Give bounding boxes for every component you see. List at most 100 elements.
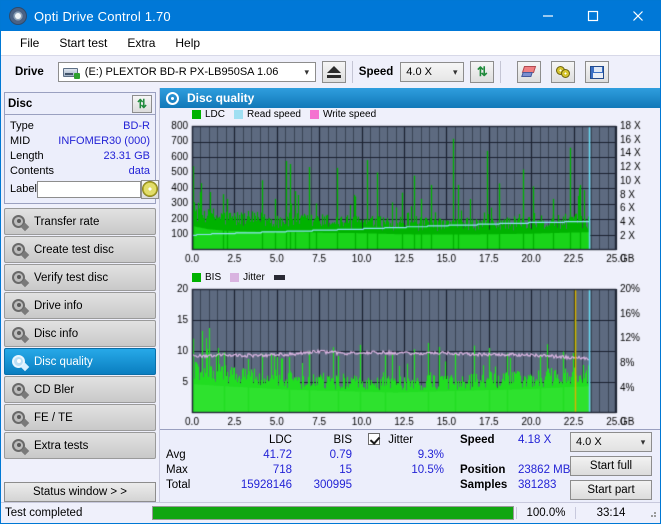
legend-label-read-speed: Read speed (247, 108, 301, 120)
chevron-down-icon: ▾ (640, 436, 646, 447)
sidebar-item-label: Verify test disc (34, 271, 109, 284)
progress-bar (152, 506, 514, 520)
sidebar-item-disc-info[interactable]: Disc info (4, 320, 156, 347)
floppy-save-icon (590, 65, 605, 79)
start-full-button[interactable]: Start full (570, 456, 652, 476)
disc-row-length: Length 23.31 GB (10, 148, 150, 163)
legend-swatch-ldc (192, 109, 201, 119)
legend-label-jitter: Jitter (243, 271, 265, 283)
test-speed-value: 4.0 X (576, 436, 602, 448)
sidebar-item-label: Extra tests (34, 439, 89, 452)
sidebar-item-label: Drive info (34, 299, 83, 312)
stats-total-ldc: 15928146 (240, 479, 292, 491)
drive-select-value: (E:) PLEXTOR BD-R PX-LB950SA 1.06 (84, 66, 279, 78)
disc-label-key: Label (10, 183, 37, 195)
stats-samples-value: 381283 (518, 479, 557, 491)
panel-header: Disc quality (160, 88, 660, 108)
two-discs-icon (555, 65, 571, 79)
stats-max-ldc: 718 (272, 464, 292, 476)
sidebar-item-verify-test-disc[interactable]: Verify test disc (4, 264, 156, 291)
disc-label-button[interactable] (140, 179, 159, 199)
stats-position-value: 23862 MB (518, 464, 571, 476)
disc-test-icon (12, 354, 30, 371)
stats-header-bis: BIS (333, 434, 352, 446)
refresh-icon: ⇅ (476, 64, 488, 79)
speed-select[interactable]: 4.0 X ▾ (400, 62, 465, 82)
bis-chart-legend: BIS Jitter (160, 271, 660, 283)
status-window-button[interactable]: Status window > > (4, 482, 156, 502)
status-bar: Test completed 100.0% 33:14 (1, 502, 660, 523)
disc-row-value: INFOMER30 (000) (58, 134, 150, 147)
stats-speed-label: Speed (460, 434, 495, 446)
sidebar-item-label: Create test disc (34, 243, 114, 256)
disc-test-icon (12, 298, 30, 315)
legend-label-ldc: LDC (205, 108, 226, 120)
window-title: Opti Drive Control 1.70 (34, 8, 171, 24)
right-panel: Disc quality LDC Read speed Write speed … (159, 88, 660, 506)
stats-row-label-max: Max (166, 464, 188, 476)
bis-jitter-chart[interactable] (160, 283, 660, 431)
progress-fill (153, 507, 513, 519)
test-speed-select[interactable]: 4.0 X ▾ (570, 432, 652, 452)
eject-button[interactable] (321, 61, 346, 83)
erase-button[interactable] (517, 61, 542, 83)
disc-row-key: Contents (10, 164, 55, 177)
copy-disc-button[interactable] (551, 61, 576, 83)
stats-speed-value: 4.18 X (518, 434, 552, 446)
status-text: Test completed (5, 507, 83, 519)
menu-file[interactable]: File (10, 33, 49, 53)
disc-box-header: Disc ⇅ (5, 93, 155, 115)
sidebar-item-drive-info[interactable]: Drive info (4, 292, 156, 319)
sidebar-item-transfer-rate[interactable]: Transfer rate (4, 208, 156, 235)
sidebar-item-label: Disc quality (34, 355, 93, 368)
resize-grip-icon[interactable] (646, 507, 658, 519)
disc-row-key: Type (10, 119, 34, 132)
sidebar-item-fe-te[interactable]: FE / TE (4, 404, 156, 431)
sidebar-item-create-test-disc[interactable]: Create test disc (4, 236, 156, 263)
eraser-icon (520, 66, 537, 78)
refresh-icon: ⇅ (136, 96, 148, 111)
disc-label-input[interactable] (36, 180, 141, 198)
menu-help[interactable]: Help (165, 33, 210, 53)
ldc-chart[interactable] (160, 120, 660, 268)
refresh-button[interactable]: ⇅ (470, 61, 495, 83)
disc-test-icon (12, 326, 30, 343)
disc-row-contents: Contents data (10, 163, 150, 178)
drive-icon (62, 65, 80, 79)
legend-swatch-write-speed (309, 109, 319, 119)
window-controls (525, 1, 660, 31)
stats-max-jitter: 10.5% (411, 464, 444, 476)
toolbar-separator (351, 61, 353, 83)
close-button[interactable] (615, 1, 660, 31)
legend-swatch-read-speed (234, 109, 244, 119)
sidebar-item-label: Disc info (34, 327, 79, 340)
maximize-button[interactable] (570, 1, 615, 31)
disc-test-icon (12, 242, 30, 259)
elapsed-time: 33:14 (575, 507, 646, 519)
sidebar-item-extra-tests[interactable]: Extra tests (4, 432, 156, 459)
disc-test-icon (12, 270, 30, 287)
title-bar: Opti Drive Control 1.70 (1, 1, 660, 31)
stats-panel: LDC BIS Jitter Avg 41.72 0.79 9.3% Max 7… (160, 429, 660, 506)
menu-start-test[interactable]: Start test (49, 33, 117, 53)
minimize-button[interactable] (525, 1, 570, 31)
stats-max-bis: 15 (339, 464, 352, 476)
disc-refresh-button[interactable]: ⇅ (132, 94, 152, 113)
sidebar-item-cd-bler[interactable]: CD Bler (4, 376, 156, 403)
cd-icon (141, 181, 158, 197)
sidebar-item-disc-quality[interactable]: Disc quality (4, 348, 156, 375)
ldc-chart-legend: LDC Read speed Write speed (160, 108, 660, 120)
sidebar-item-label: CD Bler (34, 383, 75, 396)
app-icon (9, 7, 27, 25)
stats-row-label-total: Total (166, 479, 191, 491)
disc-test-icon (12, 382, 30, 399)
menu-extra[interactable]: Extra (117, 33, 165, 53)
sidebar-item-label: FE / TE (34, 411, 73, 424)
drive-select[interactable]: (E:) PLEXTOR BD-R PX-LB950SA 1.06 ▾ (57, 62, 316, 82)
jitter-checkbox[interactable]: Jitter (368, 433, 413, 446)
page-title: Disc quality (187, 91, 255, 105)
stats-header-ldc: LDC (268, 434, 292, 446)
menu-bar: File Start test Extra Help (1, 31, 660, 55)
save-button[interactable] (585, 61, 610, 83)
start-part-button[interactable]: Start part (570, 480, 652, 500)
